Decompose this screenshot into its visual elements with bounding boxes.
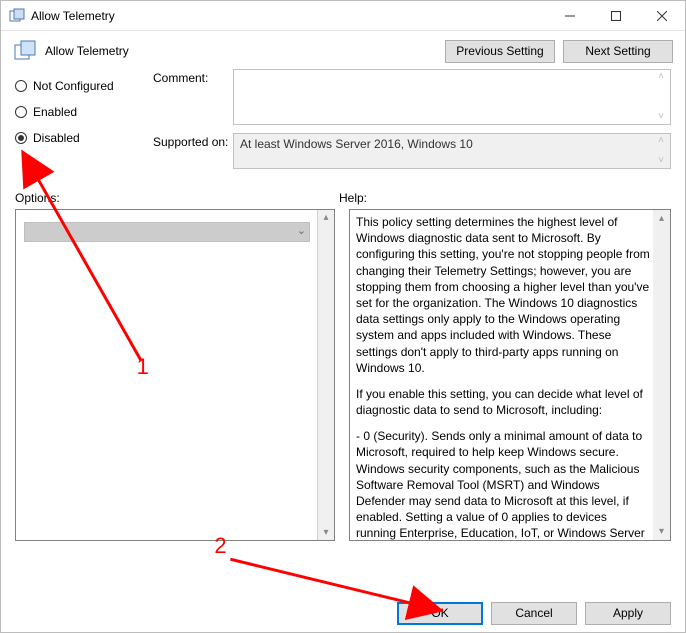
radio-label: Enabled bbox=[33, 105, 77, 119]
scroll-down-icon: ▾ bbox=[323, 527, 328, 538]
options-panel: ⌄ ▴▾ bbox=[15, 209, 335, 541]
footer-buttons: OK Cancel Apply bbox=[1, 594, 685, 632]
radio-enabled[interactable]: Enabled bbox=[15, 99, 153, 125]
scroll-up-icon: ▴ bbox=[659, 212, 664, 226]
chevron-down-icon: ⌄ bbox=[297, 224, 306, 237]
header-row: Allow Telemetry Previous Setting Next Se… bbox=[1, 31, 685, 63]
help-paragraph: If you enable this setting, you can deci… bbox=[356, 386, 650, 418]
radio-label: Not Configured bbox=[33, 79, 114, 93]
scroll-up-icon: ˄ bbox=[654, 72, 668, 82]
help-paragraph: This policy setting determines the highe… bbox=[356, 214, 650, 376]
help-panel: This policy setting determines the highe… bbox=[349, 209, 671, 541]
scroll-down-icon: ▾ bbox=[659, 525, 664, 539]
supported-on-text: At least Windows Server 2016, Windows 10 bbox=[240, 137, 473, 151]
scroll-down-icon: ˅ bbox=[654, 112, 668, 122]
comment-textarea[interactable]: ˄˅ bbox=[233, 69, 671, 125]
policy-large-icon bbox=[13, 39, 37, 63]
comment-scrollbar[interactable]: ˄˅ bbox=[654, 72, 668, 122]
help-label: Help: bbox=[339, 191, 367, 205]
help-scrollbar[interactable]: ▴▾ bbox=[653, 210, 670, 540]
state-radio-group: Not Configured Enabled Disabled bbox=[15, 69, 153, 151]
minimize-button[interactable] bbox=[547, 1, 593, 31]
scroll-up-icon: ˄ bbox=[654, 136, 668, 146]
ok-button[interactable]: OK bbox=[397, 602, 483, 625]
maximize-button[interactable] bbox=[593, 1, 639, 31]
options-scrollbar[interactable]: ▴▾ bbox=[317, 210, 334, 540]
previous-setting-button[interactable]: Previous Setting bbox=[445, 40, 555, 63]
supported-on-field: At least Windows Server 2016, Windows 10… bbox=[233, 133, 671, 169]
supported-on-label: Supported on: bbox=[153, 133, 233, 169]
cancel-button[interactable]: Cancel bbox=[491, 602, 577, 625]
radio-label: Disabled bbox=[33, 131, 80, 145]
radio-disabled[interactable]: Disabled bbox=[15, 125, 153, 151]
scroll-up-icon: ▴ bbox=[323, 212, 328, 223]
apply-button[interactable]: Apply bbox=[585, 602, 671, 625]
policy-icon bbox=[9, 8, 25, 24]
radio-circle-icon bbox=[15, 80, 27, 92]
options-dropdown bbox=[24, 222, 310, 242]
radio-not-configured[interactable]: Not Configured bbox=[15, 73, 153, 99]
header-title: Allow Telemetry bbox=[45, 44, 437, 58]
comment-label: Comment: bbox=[153, 69, 233, 125]
scroll-down-icon: ˅ bbox=[654, 156, 668, 166]
title-bar: Allow Telemetry bbox=[1, 1, 685, 31]
radio-circle-icon bbox=[15, 106, 27, 118]
radio-circle-icon bbox=[15, 132, 27, 144]
options-label: Options: bbox=[15, 191, 339, 205]
next-setting-button[interactable]: Next Setting bbox=[563, 40, 673, 63]
close-button[interactable] bbox=[639, 1, 685, 31]
help-paragraph: - 0 (Security). Sends only a minimal amo… bbox=[356, 428, 650, 541]
supported-scrollbar: ˄˅ bbox=[654, 136, 668, 166]
window-title: Allow Telemetry bbox=[31, 9, 547, 23]
